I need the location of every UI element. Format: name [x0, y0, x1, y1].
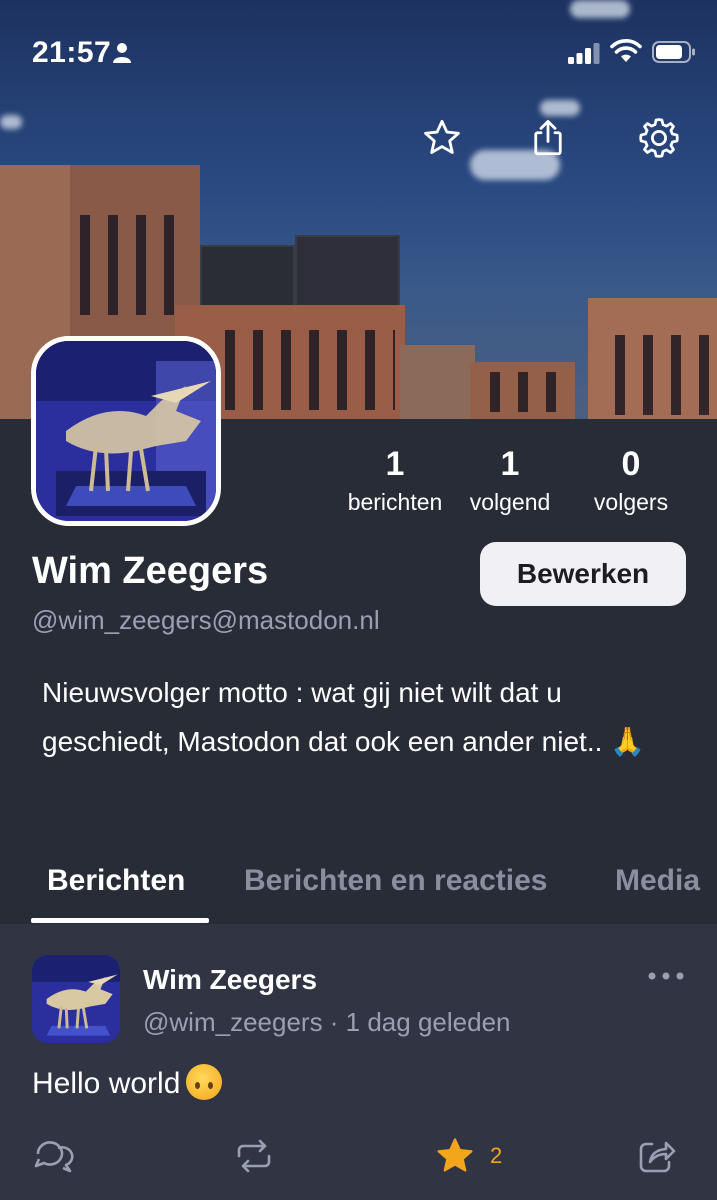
stat-following[interactable]: 1 volgend: [455, 444, 565, 520]
active-tab-indicator: [31, 918, 209, 923]
star-filled-icon: [437, 1138, 473, 1172]
profile-tabs: Berichten Berichten en reacties Media: [0, 848, 717, 924]
share-icon: [534, 119, 562, 156]
person-icon: [113, 43, 131, 63]
stat-followers-label: volgers: [593, 489, 669, 515]
tab-posts[interactable]: Berichten: [47, 864, 185, 898]
profile-avatar[interactable]: [31, 336, 221, 526]
favourite-count: 2: [490, 1143, 503, 1168]
stat-following-count: 1: [500, 445, 520, 483]
tab-media[interactable]: Media: [615, 864, 700, 898]
gear-icon: [639, 118, 679, 158]
post-meta: @wim_zeegers · 1 dag geleden: [143, 1007, 511, 1037]
cellular-signal-icon: [568, 43, 600, 64]
settings-button[interactable]: [635, 114, 683, 162]
post-author-name[interactable]: Wim Zeegers: [143, 964, 317, 996]
triceratops-skeleton-image: [36, 341, 216, 521]
battery-icon: [652, 41, 695, 63]
profile-bio: Nieuwsvolger motto : wat gij niet wilt d…: [42, 677, 646, 757]
reply-icon: [34, 1141, 74, 1173]
share-profile-button[interactable]: [524, 114, 572, 162]
favourite-button[interactable]: 2: [434, 1136, 502, 1176]
more-options-icon[interactable]: [646, 966, 686, 986]
triceratops-skeleton-image: [32, 955, 120, 1043]
post-content: Hello world: [32, 1064, 223, 1101]
boost-icon: [237, 1139, 271, 1173]
stat-posts[interactable]: 1 berichten: [330, 444, 460, 520]
star-icon: [424, 119, 460, 154]
edit-profile-button[interactable]: Bewerken: [480, 542, 686, 606]
stat-posts-count: 1: [385, 445, 405, 483]
stat-posts-label: berichten: [347, 489, 443, 515]
post-text: Hello world: [32, 1067, 181, 1100]
favourite-profile-button[interactable]: [418, 114, 466, 162]
post-actions: 2: [0, 1132, 717, 1182]
stat-followers-count: 0: [621, 445, 641, 483]
reply-button[interactable]: [32, 1136, 74, 1176]
status-bar: 21:57: [0, 28, 717, 78]
post-list: Wim Zeegers @wim_zeegers · 1 dag geleden…: [0, 924, 717, 1200]
stat-followers[interactable]: 0 volgers: [576, 444, 686, 520]
post-author-avatar[interactable]: [32, 955, 120, 1043]
status-time: 21:57: [32, 36, 112, 69]
tab-posts-and-replies[interactable]: Berichten en reacties: [244, 864, 547, 898]
share-post-button[interactable]: [636, 1136, 678, 1176]
account-handle[interactable]: @wim_zeegers@mastodon.nl: [32, 605, 380, 636]
wifi-icon: [610, 39, 642, 62]
display-name: Wim Zeegers: [32, 550, 269, 592]
stat-following-label: volgend: [469, 489, 551, 515]
share-arrow-icon: [639, 1141, 676, 1173]
upside-down-face-emoji: [186, 1064, 223, 1100]
boost-button[interactable]: [233, 1136, 275, 1176]
